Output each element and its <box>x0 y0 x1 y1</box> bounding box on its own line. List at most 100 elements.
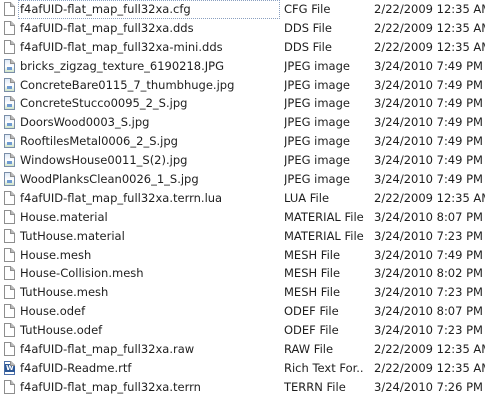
file-name[interactable]: f4afUID-flat_map_full32xa.cfg <box>18 0 280 19</box>
file-name[interactable]: House.material <box>18 208 280 227</box>
file-type: JPEG image <box>284 77 350 92</box>
file-date-modified: 2/22/2009 12:35 AM <box>374 360 485 375</box>
file-row[interactable]: TutHouse.mesh MESH File 3/24/2010 7:23 P… <box>0 283 485 302</box>
file-row[interactable]: House.mesh MESH File 3/24/2010 7:49 PM <box>0 246 485 265</box>
file-date-modified: 3/24/2010 7:49 PM <box>374 96 483 111</box>
file-icon <box>4 228 15 243</box>
file-row[interactable]: RooftilesMetal0006_2_S.jpg JPEG image 3/… <box>0 132 485 151</box>
file-row[interactable]: f4afUID-flat_map_full32xa.terrn.lua LUA … <box>0 189 485 208</box>
file-type: JPEG image <box>284 115 350 130</box>
file-type: DDS File <box>284 39 332 54</box>
file-row[interactable]: ConcreteStucco0095_2_S.jpg JPEG image 3/… <box>0 94 485 113</box>
file-type: MESH File <box>284 247 341 262</box>
image-icon <box>4 115 15 130</box>
file-name[interactable]: f4afUID-flat_map_full32xa.terrn.lua <box>18 189 280 208</box>
file-type: JPEG image <box>284 153 350 168</box>
file-date-modified: 3/24/2010 7:49 PM <box>374 77 483 92</box>
file-type: MATERIAL File <box>284 228 364 243</box>
file-row[interactable]: DoorsWood0003_S.jpg JPEG image 3/24/2010… <box>0 113 485 132</box>
file-icon <box>4 20 15 35</box>
file-icon <box>4 2 15 16</box>
file-row[interactable]: f4afUID-flat_map_full32xa.cfg CFG File 2… <box>0 0 485 19</box>
file-name[interactable]: bricks_zigzag_texture_6190218.JPG <box>18 57 280 76</box>
file-row[interactable]: TutHouse.odef ODEF File 3/24/2010 7:23 P… <box>0 321 485 340</box>
file-name[interactable]: f4afUID-flat_map_full32xa.dds <box>18 19 280 38</box>
image-icon <box>4 172 15 187</box>
file-name[interactable]: House.mesh <box>18 246 280 265</box>
file-row[interactable]: f4afUID-flat_map_full32xa.dds DDS File 2… <box>0 19 485 38</box>
image-icon <box>4 58 15 73</box>
file-type: RAW File <box>284 342 334 357</box>
file-name[interactable]: House-Collision.mesh <box>18 264 280 283</box>
file-row[interactable]: WindowsHouse0011_S(2).jpg JPEG image 3/2… <box>0 151 485 170</box>
file-date-modified: 2/22/2009 12:35 AM <box>374 2 485 16</box>
file-icon <box>4 323 15 338</box>
file-icon <box>4 304 15 319</box>
file-icon <box>4 247 15 262</box>
file-type: LUA File <box>284 190 330 205</box>
file-name[interactable]: WoodPlanksClean0026_1_S.jpg <box>18 170 280 189</box>
file-name[interactable]: f4afUID-flat_map_full32xa.raw <box>18 340 280 359</box>
file-name[interactable]: TutHouse.odef <box>18 321 280 340</box>
file-name[interactable]: House.odef <box>18 302 280 321</box>
file-name[interactable]: TutHouse.mesh <box>18 283 280 302</box>
file-row[interactable]: House.odef ODEF File 3/24/2010 8:07 PM <box>0 302 485 321</box>
file-name[interactable]: RooftilesMetal0006_2_S.jpg <box>18 132 280 151</box>
file-date-modified: 3/24/2010 7:23 PM <box>374 285 483 300</box>
file-name[interactable]: WindowsHouse0011_S(2).jpg <box>18 151 280 170</box>
file-name[interactable]: ConcreteBare0115_7_thumbhuge.jpg <box>18 76 280 95</box>
file-row[interactable]: f4afUID-flat_map_full32xa.terrn TERRN Fi… <box>0 378 485 397</box>
file-type: ODEF File <box>284 304 339 319</box>
file-type: JPEG image <box>284 58 350 73</box>
file-date-modified: 3/24/2010 8:02 PM <box>374 266 483 281</box>
file-date-modified: 2/22/2009 12:35 AM <box>374 342 485 357</box>
file-date-modified: 3/24/2010 7:49 PM <box>374 134 483 149</box>
image-icon <box>4 77 15 92</box>
file-icon <box>4 266 15 281</box>
file-type: DDS File <box>284 20 332 35</box>
file-date-modified: 3/24/2010 8:07 PM <box>374 304 483 319</box>
file-row[interactable]: f4afUID-Readme.rtf Rich Text For... 2/22… <box>0 359 485 378</box>
file-row[interactable]: ConcreteBare0115_7_thumbhuge.jpg JPEG im… <box>0 76 485 95</box>
file-name[interactable]: DoorsWood0003_S.jpg <box>18 113 280 132</box>
file-date-modified: 3/24/2010 7:23 PM <box>374 228 483 243</box>
file-icon <box>4 39 15 54</box>
file-row[interactable]: TutHouse.material MATERIAL File 3/24/201… <box>0 227 485 246</box>
image-icon <box>4 153 15 168</box>
file-date-modified: 3/24/2010 7:49 PM <box>374 172 483 187</box>
file-icon <box>4 190 15 205</box>
file-date-modified: 3/24/2010 7:49 PM <box>374 153 483 168</box>
file-type: Rich Text For... <box>284 360 364 375</box>
file-row[interactable]: WoodPlanksClean0026_1_S.jpg JPEG image 3… <box>0 170 485 189</box>
word-document-icon <box>4 360 15 375</box>
file-type: CFG File <box>284 2 331 16</box>
file-date-modified: 2/22/2009 12:35 AM <box>374 190 485 205</box>
file-icon <box>4 285 15 300</box>
file-row[interactable]: f4afUID-flat_map_full32xa-mini.dds DDS F… <box>0 38 485 57</box>
file-date-modified: 3/24/2010 8:07 PM <box>374 209 483 224</box>
image-icon <box>4 134 15 149</box>
file-type: JPEG image <box>284 96 350 111</box>
file-icon <box>4 379 15 394</box>
file-name[interactable]: f4afUID-Readme.rtf <box>18 359 280 378</box>
file-type: ODEF File <box>284 323 339 338</box>
file-row[interactable]: f4afUID-flat_map_full32xa.raw RAW File 2… <box>0 340 485 359</box>
file-date-modified: 3/24/2010 7:49 PM <box>374 58 483 73</box>
file-type: MESH File <box>284 285 341 300</box>
file-date-modified: 3/24/2010 7:23 PM <box>374 323 483 338</box>
file-icon <box>4 342 15 357</box>
file-name[interactable]: f4afUID-flat_map_full32xa.terrn <box>18 378 280 397</box>
file-date-modified: 3/24/2010 7:26 PM <box>374 379 483 394</box>
file-name[interactable]: TutHouse.material <box>18 227 280 246</box>
file-list: f4afUID-flat_map_full32xa.cfg CFG File 2… <box>0 0 485 397</box>
file-type: MESH File <box>284 266 341 281</box>
file-icon <box>4 209 15 224</box>
file-row[interactable]: bricks_zigzag_texture_6190218.JPG JPEG i… <box>0 57 485 76</box>
file-row[interactable]: House.material MATERIAL File 3/24/2010 8… <box>0 208 485 227</box>
file-name[interactable]: ConcreteStucco0095_2_S.jpg <box>18 94 280 113</box>
file-date-modified: 3/24/2010 7:49 PM <box>374 247 483 262</box>
file-type: JPEG image <box>284 134 350 149</box>
file-row[interactable]: House-Collision.mesh MESH File 3/24/2010… <box>0 264 485 283</box>
file-name[interactable]: f4afUID-flat_map_full32xa-mini.dds <box>18 38 280 57</box>
file-date-modified: 2/22/2009 12:35 AM <box>374 39 485 54</box>
